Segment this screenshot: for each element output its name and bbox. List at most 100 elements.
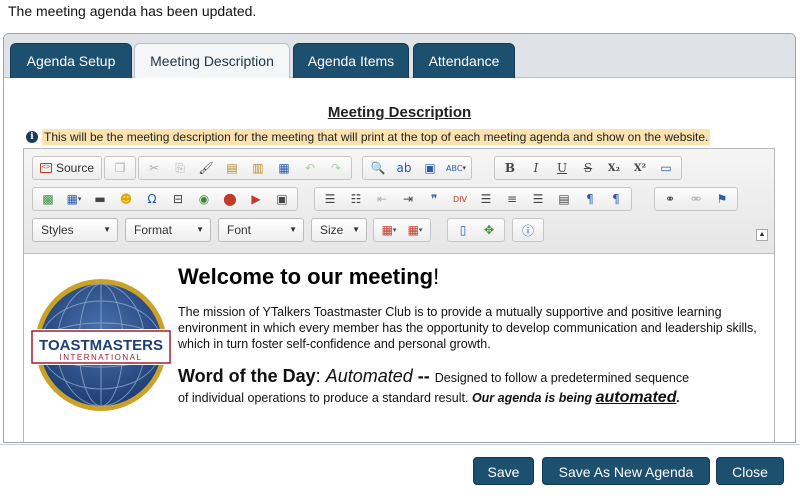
toolbar-group-basic-styles: B I U S X₂ X² ▭ <box>494 156 682 180</box>
bold-button[interactable]: B <box>498 158 522 178</box>
mission-paragraph: The mission of YTalkers Toastmaster Club… <box>178 305 757 351</box>
image-icon[interactable]: ▩ <box>36 189 60 209</box>
paste-text-icon[interactable]: ▥ <box>246 158 270 178</box>
info-icon: i <box>26 131 38 143</box>
outdent-icon[interactable]: ⇤ <box>370 189 394 209</box>
blockquote-icon[interactable]: ❞ <box>422 189 446 209</box>
chevron-down-icon: ▼ <box>103 225 111 234</box>
rich-text-editor: <> Source ❐ ✂ ⎘ 🖌 ▤ ▥ ▦ ↶ ↷ 🔍 ab ▣ ABC ▾… <box>23 148 775 442</box>
bulleted-list-icon[interactable]: ☷ <box>344 189 368 209</box>
horizontal-rule-icon[interactable]: ▬ <box>88 189 112 209</box>
close-button[interactable]: Close <box>716 457 784 485</box>
toolbar-group-find: 🔍 ab ▣ ABC ▾ <box>362 156 472 180</box>
styles-dropdown[interactable]: Styles ▼ <box>32 218 118 242</box>
status-message: The meeting agenda has been updated. <box>8 3 257 19</box>
youtube-icon[interactable]: ▶ <box>244 189 268 209</box>
source-icon: <> <box>40 163 52 173</box>
toolbar-group-source: <> Source <box>32 156 103 180</box>
save-as-new-agenda-button[interactable]: Save As New Agenda <box>542 457 710 485</box>
text-color-icon[interactable]: ▦ ▾ <box>377 220 401 240</box>
redo-icon[interactable]: ↷ <box>324 158 348 178</box>
align-right-icon[interactable]: ☰ <box>526 189 550 209</box>
toolbar-group-lists: ☰ ☷ ⇤ ⇥ ❞ DIV ☰ ≡ ☰ ▤ ¶ ¶ <box>314 187 632 211</box>
link-icon[interactable]: ⚭ <box>658 189 682 209</box>
tab-meeting-description[interactable]: Meeting Description <box>134 43 290 80</box>
toolbar-group-colors: ▦ ▾ ▦ ▾ <box>373 218 431 242</box>
welcome-heading: Welcome to our meeting! <box>178 264 440 289</box>
toolbar-group-tools: ▯ ✥ <box>447 218 505 242</box>
strikethrough-button[interactable]: S <box>576 158 600 178</box>
paste-word-icon[interactable]: ▦ <box>272 158 296 178</box>
font-dropdown[interactable]: Font ▼ <box>218 218 304 242</box>
indent-icon[interactable]: ⇥ <box>396 189 420 209</box>
tab-agenda-items[interactable]: Agenda Items <box>293 43 409 79</box>
tab-bar: Agenda Setup Meeting Description Agenda … <box>4 34 795 80</box>
source-button[interactable]: <> Source <box>36 158 98 178</box>
templates-icon[interactable]: ❐ <box>108 158 132 178</box>
word-of-the-day: Word of the Day: Automated -- Designed t… <box>178 366 690 386</box>
toolbar-group-links: ⚭ ⚮ ⚑ <box>654 187 738 211</box>
embed-icon[interactable]: ▣ <box>270 189 294 209</box>
flash-icon[interactable]: ⬤ <box>218 189 242 209</box>
tab-agenda-setup[interactable]: Agenda Setup <box>10 43 132 79</box>
paste-icon[interactable]: ▤ <box>220 158 244 178</box>
editor-content-area[interactable]: TOASTMASTERS INTERNATIONAL Welcome to ou… <box>24 254 774 442</box>
tab-content: Meeting Description i This will be the m… <box>4 78 795 442</box>
toolbar-group-clipboard: ✂ ⎘ 🖌 ▤ ▥ ▦ ↶ ↷ <box>138 156 352 180</box>
collapse-toolbar-icon[interactable]: ▲ <box>756 229 768 241</box>
cut-icon[interactable]: ✂ <box>142 158 166 178</box>
special-char-icon[interactable]: Ω <box>140 189 164 209</box>
create-div-icon[interactable]: DIV <box>448 189 472 209</box>
styles-label: Styles <box>41 223 74 237</box>
align-left-icon[interactable]: ☰ <box>474 189 498 209</box>
rtl-icon[interactable]: ¶ <box>604 189 628 209</box>
show-blocks-icon[interactable]: ▯ <box>451 220 475 240</box>
editor-toolbar: <> Source ❐ ✂ ⎘ 🖌 ▤ ▥ ▦ ↶ ↷ 🔍 ab ▣ ABC ▾… <box>24 149 774 254</box>
toolbar-group-insert: ▩ ▦ ▾ ▬ ☻ Ω ⊟ ◉ ⬤ ▶ ▣ <box>32 187 298 211</box>
size-dropdown[interactable]: Size ▼ <box>311 218 367 242</box>
about-icon[interactable]: ⓘ <box>516 220 540 240</box>
anchor-icon[interactable]: ⚑ <box>710 189 734 209</box>
copy-icon[interactable]: ⎘ <box>168 158 192 178</box>
info-line: i This will be the meeting description f… <box>26 129 711 145</box>
source-label: Source <box>56 161 95 175</box>
subscript-button[interactable]: X₂ <box>602 158 626 178</box>
superscript-button[interactable]: X² <box>628 158 652 178</box>
chevron-down-icon: ▼ <box>352 225 360 234</box>
undo-icon[interactable]: ↶ <box>298 158 322 178</box>
numbered-list-icon[interactable]: ☰ <box>318 189 342 209</box>
chevron-down-icon: ▼ <box>289 225 297 234</box>
agenda-panel: Agenda Setup Meeting Description Agenda … <box>3 33 796 443</box>
toolbar-group-templates: ❐ <box>104 156 136 180</box>
maximize-icon[interactable]: ✥ <box>477 220 501 240</box>
ltr-icon[interactable]: ¶ <box>578 189 602 209</box>
footer-divider <box>0 444 800 445</box>
tab-attendance[interactable]: Attendance <box>413 43 515 79</box>
find-icon[interactable]: 🔍 <box>366 158 390 178</box>
table-icon[interactable]: ▦ ▾ <box>62 189 86 209</box>
iframe-icon[interactable]: ◉ <box>192 189 216 209</box>
info-text: This will be the meeting description for… <box>42 129 711 145</box>
logo-brand-text: TOASTMASTERS <box>39 337 163 354</box>
word-of-the-day-definition: of individual operations to produce a st… <box>178 389 680 406</box>
replace-icon[interactable]: ab <box>392 158 416 178</box>
spellcheck-icon[interactable]: ABC ▾ <box>444 158 468 178</box>
remove-format-icon[interactable]: ▭ <box>654 158 678 178</box>
toolbar-group-about: ⓘ <box>512 218 544 242</box>
align-center-icon[interactable]: ≡ <box>500 189 524 209</box>
format-painter-icon[interactable]: 🖌 <box>194 158 218 178</box>
logo-sub-text: INTERNATIONAL <box>60 353 143 362</box>
save-button[interactable]: Save <box>473 457 534 485</box>
select-all-icon[interactable]: ▣ <box>418 158 442 178</box>
size-label: Size <box>320 223 344 237</box>
format-dropdown[interactable]: Format ▼ <box>125 218 211 242</box>
font-label: Font <box>227 223 252 237</box>
underline-button[interactable]: U <box>550 158 574 178</box>
smiley-icon[interactable]: ☻ <box>114 189 138 209</box>
justify-icon[interactable]: ▤ <box>552 189 576 209</box>
bg-color-icon[interactable]: ▦ ▾ <box>403 220 427 240</box>
italic-button[interactable]: I <box>524 158 548 178</box>
unlink-icon[interactable]: ⚮ <box>684 189 708 209</box>
chevron-down-icon: ▼ <box>196 225 204 234</box>
page-break-icon[interactable]: ⊟ <box>166 189 190 209</box>
